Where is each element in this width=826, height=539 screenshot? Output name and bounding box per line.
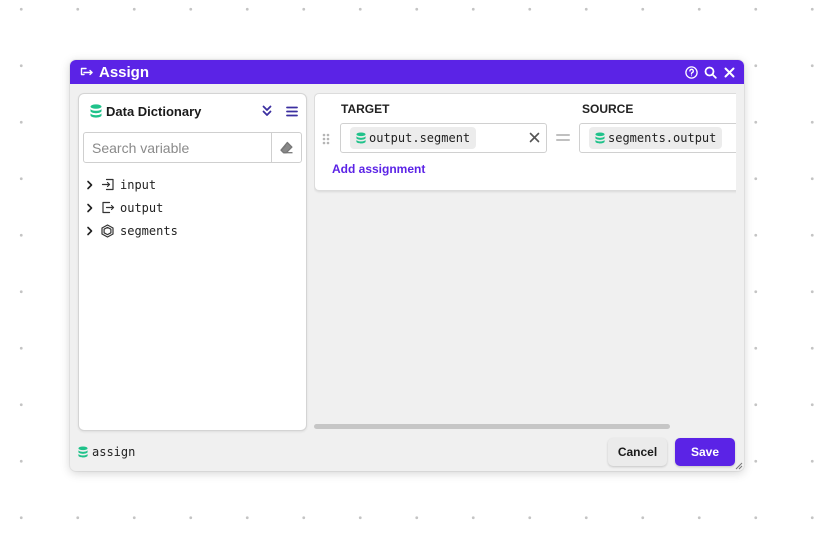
target-header: TARGET <box>341 102 390 116</box>
resize-handle-icon[interactable] <box>735 462 743 470</box>
close-icon[interactable] <box>722 65 736 79</box>
search-variable-input[interactable] <box>84 133 271 162</box>
source-field[interactable]: segments.output <box>579 123 736 153</box>
chevron-right-icon[interactable] <box>86 203 96 213</box>
database-icon <box>356 132 366 144</box>
chevron-right-icon[interactable] <box>86 180 96 190</box>
data-dictionary-title: Data Dictionary <box>106 103 202 119</box>
input-arrow-icon <box>101 178 116 191</box>
node-name-text: assign <box>92 445 136 459</box>
database-icon <box>90 104 102 118</box>
database-icon <box>78 446 88 458</box>
tree-item-label: input <box>120 177 157 192</box>
eraser-icon[interactable] <box>271 133 301 162</box>
equals-icon <box>556 133 570 142</box>
target-variable-label: output.segment <box>369 131 471 145</box>
assignment-area: TARGET SOURCE output.segment segments.ou… <box>314 93 736 433</box>
hexagon-icon <box>101 223 116 238</box>
tree-item-label: output <box>120 200 164 215</box>
collapse-all-icon[interactable] <box>259 103 275 119</box>
tree-item-segments[interactable]: segments <box>79 219 306 242</box>
dialog-titlebar[interactable]: Assign <box>70 60 744 84</box>
target-variable-chip[interactable]: output.segment <box>350 127 477 149</box>
source-variable-label: segments.output <box>608 131 717 145</box>
output-arrow-icon <box>101 201 116 214</box>
data-dictionary-header: Data Dictionary <box>79 94 306 128</box>
dialog-title: Assign <box>99 63 150 81</box>
cancel-button[interactable]: Cancel <box>608 438 667 466</box>
menu-icon[interactable] <box>284 103 300 119</box>
drag-handle-icon[interactable] <box>322 133 330 145</box>
clear-target-icon[interactable] <box>529 132 540 143</box>
search-variable-box <box>83 132 302 163</box>
database-icon <box>595 132 605 144</box>
horizontal-scrollbar[interactable] <box>314 424 670 429</box>
node-name-label: assign <box>78 445 135 459</box>
source-header: SOURCE <box>582 102 634 116</box>
assign-dialog: Assign Data Dictionary Search variable i… <box>70 60 744 471</box>
tree-item-input[interactable]: input <box>79 173 306 196</box>
chevron-right-icon[interactable] <box>86 226 96 236</box>
save-button[interactable]: Save <box>675 438 735 466</box>
assign-arrow-icon <box>80 66 94 78</box>
data-dictionary-panel: Data Dictionary Search variable input ou… <box>78 93 307 431</box>
variable-tree: input output segments <box>79 173 306 242</box>
help-icon[interactable] <box>684 65 698 79</box>
assignment-card: TARGET SOURCE output.segment segments.ou… <box>314 93 736 191</box>
add-assignment-link[interactable]: Add assignment <box>332 162 425 176</box>
source-variable-chip[interactable]: segments.output <box>589 127 723 149</box>
tree-item-output[interactable]: output <box>79 196 306 219</box>
tree-item-label: segments <box>120 223 178 238</box>
search-icon[interactable] <box>703 65 717 79</box>
target-field[interactable]: output.segment <box>340 123 547 153</box>
